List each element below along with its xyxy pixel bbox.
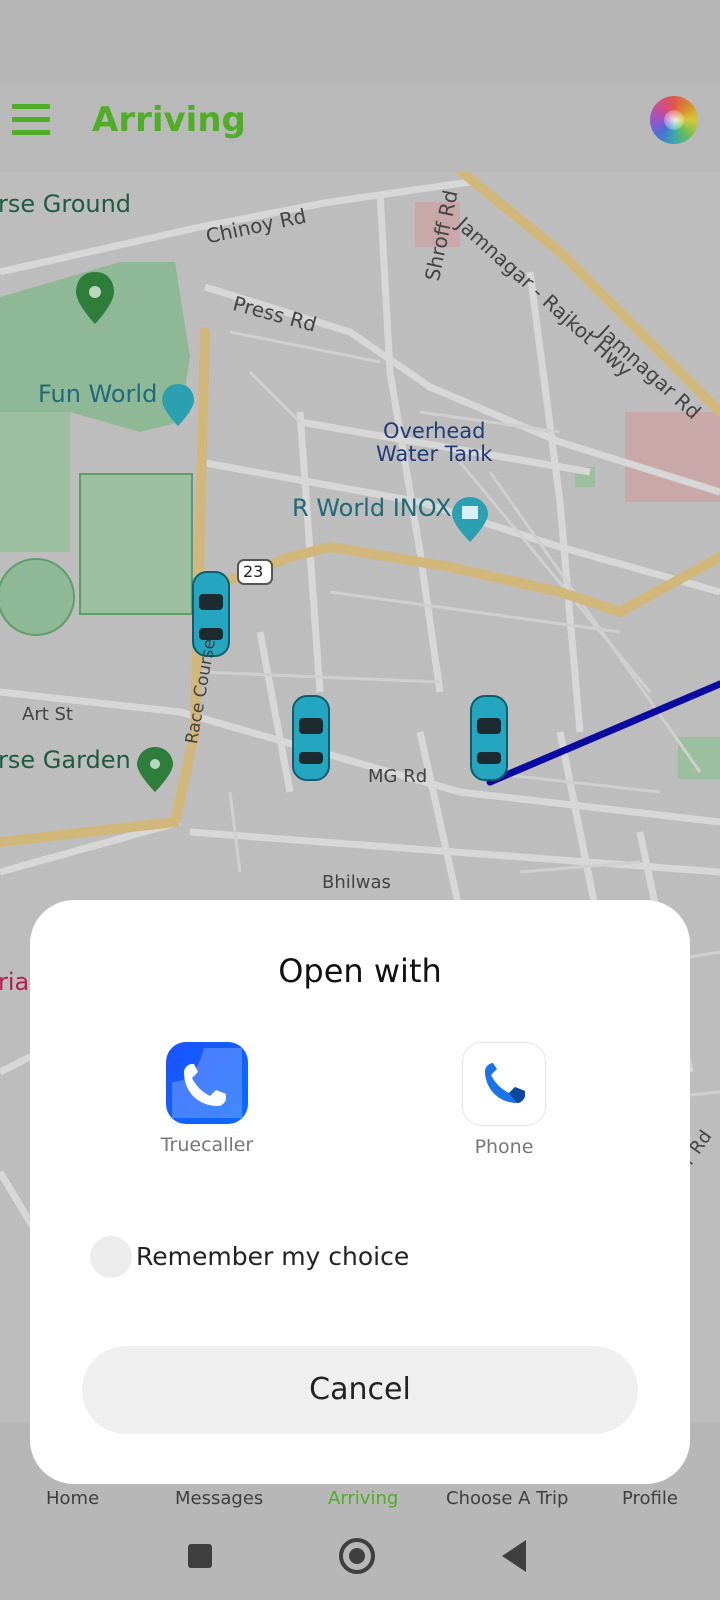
map-label-route-23: 23 [243,562,264,581]
cinema-pin[interactable] [452,497,488,542]
map-label-overhead-water-tank: Overhead Water Tank [376,419,493,466]
car-marker[interactable] [292,695,330,781]
nav-profile[interactable]: Profile [622,1488,678,1509]
recents-button[interactable] [188,1544,212,1568]
open-with-dialog: Open with Truecaller Phone Remember my c… [30,900,690,1484]
garden-pin[interactable] [137,747,173,792]
home-button[interactable] [339,1538,375,1574]
nav-choose-a-trip[interactable]: Choose A Trip [446,1488,568,1509]
green-block-2 [678,737,720,779]
map-label-fun-world: Fun World [38,380,158,408]
map-label-mg-rd: MG Rd [368,766,428,787]
avatar[interactable] [650,96,698,144]
map-label-art-st: Art St [22,704,73,725]
dialog-title: Open with [278,952,442,990]
field-area [79,473,193,615]
cancel-button[interactable]: Cancel [82,1346,638,1434]
truecaller-icon[interactable] [166,1042,248,1124]
park-area-2 [0,412,70,552]
car-marker[interactable] [470,695,508,781]
map-label-horse-garden: rse Garden [0,746,131,774]
nav-messages[interactable]: Messages [175,1488,263,1509]
nav-arriving[interactable]: Arriving [328,1488,398,1509]
map-label-bhilwas: Bhilwas [322,872,391,893]
nav-home[interactable]: Home [46,1488,99,1509]
app-option-truecaller[interactable]: Truecaller [127,1042,287,1156]
map-label-r-world-inox: R World INOX [292,494,452,522]
app-name-phone: Phone [474,1136,534,1158]
status-bar [0,0,720,84]
menu-icon[interactable] [12,104,50,136]
remember-choice-checkbox[interactable] [90,1236,132,1278]
app-option-phone[interactable]: Phone [424,1042,584,1158]
ground-circle [0,558,75,636]
app-name-truecaller: Truecaller [160,1134,254,1156]
back-button[interactable] [502,1540,526,1572]
remember-choice-label: Remember my choice [136,1242,410,1271]
page-title: Arriving [92,100,246,140]
map-label-horse-ground: rse Ground [0,190,132,218]
phone-icon[interactable] [462,1042,546,1126]
